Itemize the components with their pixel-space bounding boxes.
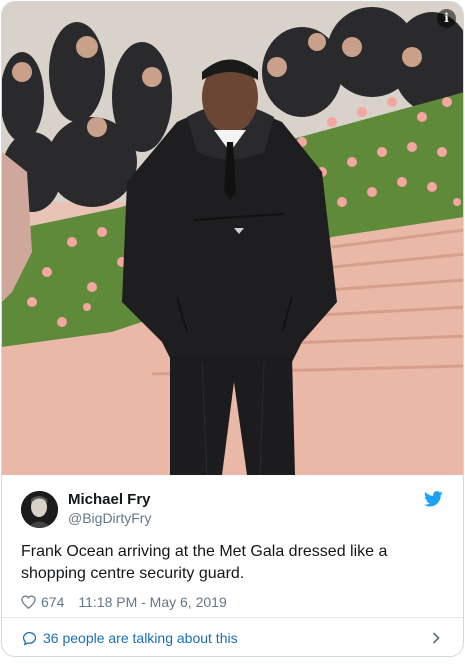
info-icon[interactable]: i (437, 9, 456, 28)
author-names: Michael Fry @BigDirtyFry (68, 491, 151, 527)
tweet-photo[interactable]: i (2, 2, 463, 475)
author-display-name[interactable]: Michael Fry (68, 491, 151, 509)
speech-bubble-icon (22, 631, 37, 646)
photo-illustration (2, 2, 463, 475)
avatar-image (21, 490, 58, 528)
twitter-bird-icon[interactable] (424, 491, 443, 507)
avatar[interactable] (21, 490, 58, 528)
conversation-link-text[interactable]: 36 people are talking about this (43, 630, 238, 646)
tweet-timestamp[interactable]: 11:18 PM - May 6, 2019 (78, 594, 226, 610)
conversation-link[interactable]: 36 people are talking about this (2, 618, 463, 656)
tweet-body: Michael Fry @BigDirtyFry Frank Ocean arr… (2, 475, 463, 613)
heart-icon[interactable] (21, 595, 36, 609)
tweet-text: Frank Ocean arriving at the Met Gala dre… (21, 543, 388, 582)
tweet-meta: 674 11:18 PM - May 6, 2019 (21, 591, 444, 613)
author-handle[interactable]: @BigDirtyFry (68, 509, 151, 527)
chevron-right-icon[interactable] (432, 632, 440, 644)
like-count[interactable]: 674 (41, 594, 64, 610)
tweet-author[interactable]: Michael Fry @BigDirtyFry (21, 489, 444, 529)
embedded-tweet-card: i Michael Fry @BigDirtyFry Frank Ocean a… (1, 1, 464, 657)
